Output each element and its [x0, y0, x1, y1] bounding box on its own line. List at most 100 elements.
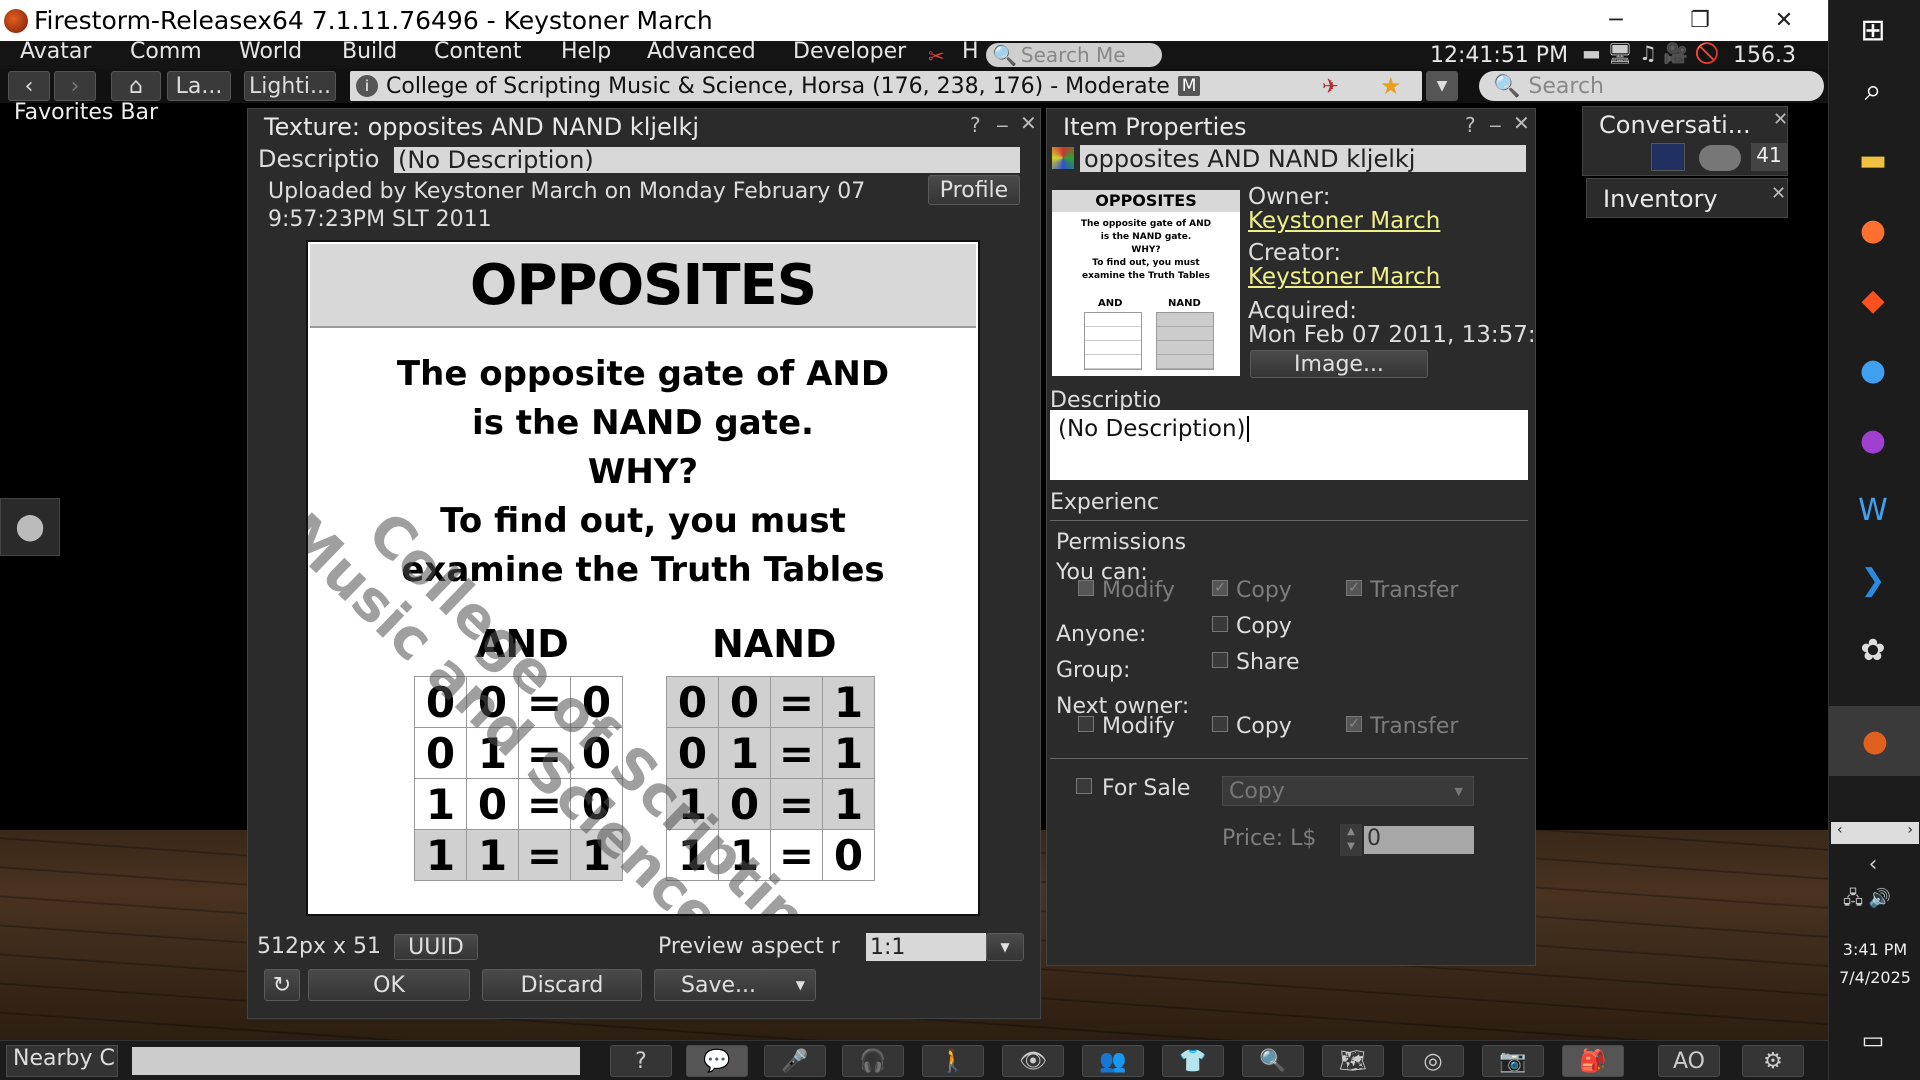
sale-type-select[interactable]: Copy ▼ [1222, 776, 1474, 806]
save-button[interactable]: Save... ▼ [654, 969, 816, 1001]
script-info-icon[interactable]: ✂ [928, 44, 945, 68]
price-spinner[interactable]: ▲ ▼ [1340, 824, 1362, 856]
forward-button[interactable]: › [54, 71, 96, 101]
price-input[interactable]: 0 [1364, 826, 1474, 854]
description-textarea[interactable]: (No Description) [1050, 410, 1528, 480]
tray-scrollbar[interactable]: ‹ › [1831, 822, 1919, 844]
voice-icon[interactable]: 🎤 [764, 1045, 826, 1077]
minimize-panel-button[interactable]: ‒ [1489, 113, 1502, 137]
next-owner-modify-checkbox[interactable] [1078, 716, 1094, 732]
menu-avatar[interactable]: Avatar [20, 39, 91, 64]
texture-dimensions: 512px x 51 [257, 934, 381, 959]
close-panel-button[interactable]: ✕ [1513, 111, 1530, 135]
refresh-button[interactable]: ↻ [264, 969, 300, 1001]
thunderbird-icon[interactable]: ● [1851, 348, 1895, 392]
image-button[interactable]: Image... [1250, 350, 1428, 378]
uuid-button[interactable]: UUID [394, 934, 478, 960]
menu-build[interactable]: Build [342, 39, 397, 64]
headphones-icon[interactable]: 🎧 [842, 1045, 904, 1077]
network-volume-icons[interactable]: 🖧 🔊 [1843, 886, 1891, 916]
radar-icon[interactable]: ◎ [1402, 1045, 1464, 1077]
anyone-copy-checkbox[interactable] [1212, 616, 1228, 632]
view-eye-icon[interactable]: 👁 [1002, 1045, 1064, 1077]
snapshot-icon[interactable]: 📷 [1482, 1045, 1544, 1077]
nearby-chat-button[interactable]: Nearby C [6, 1045, 118, 1077]
next-owner-transfer-label: Transfer [1370, 714, 1459, 739]
appearance-icon[interactable]: 👕 [1162, 1045, 1224, 1077]
firestorm-taskbar-icon[interactable]: ● [1829, 706, 1920, 776]
truth-table-cell: 0 [466, 778, 519, 830]
chat-input[interactable] [132, 1047, 580, 1075]
minimize-panel-button[interactable]: ‒ [996, 113, 1009, 137]
lighting-button[interactable]: Lighti... [244, 71, 336, 101]
favorite-star-icon[interactable]: ★ [1380, 72, 1402, 100]
menu-developer[interactable]: Developer [793, 39, 906, 64]
home-button[interactable]: ⌂ [111, 71, 161, 101]
close-panel-button[interactable]: ✕ [1020, 111, 1037, 135]
help-button[interactable]: ? [970, 113, 981, 137]
item-name-field[interactable]: opposites AND NAND kljelkj [1080, 145, 1526, 173]
walk-icon[interactable]: 🚶 [922, 1045, 984, 1077]
ok-button[interactable]: OK [308, 969, 470, 1001]
landmarks-button[interactable]: La... [167, 71, 231, 101]
menu-world[interactable]: World [239, 39, 302, 64]
location-input[interactable]: i College of Scripting Music & Science, … [350, 71, 1422, 101]
back-button[interactable]: ‹ [8, 71, 50, 101]
restore-button[interactable]: ❐ [1658, 0, 1742, 41]
search-input[interactable]: 🔍 Search [1479, 71, 1824, 101]
settings-icon[interactable]: ⚙ [1742, 1045, 1804, 1077]
group-share-checkbox[interactable] [1212, 652, 1228, 668]
you-can-copy-checkbox[interactable]: ✓ [1212, 580, 1228, 596]
chat-icon[interactable]: 💬 [686, 1045, 748, 1077]
menu-advanced[interactable]: Advanced [647, 39, 756, 64]
help-button[interactable]: ? [1465, 113, 1476, 137]
for-sale-checkbox[interactable] [1076, 778, 1092, 794]
description-text: (No Description) [1058, 416, 1246, 442]
firefox-icon[interactable]: ● [1851, 208, 1895, 252]
close-panel-button[interactable]: ✕ [1771, 183, 1786, 204]
minimize-button[interactable]: ─ [1574, 0, 1658, 41]
owner-link[interactable]: Keystoner March [1248, 208, 1440, 234]
windows-start-icon[interactable]: ⊞ [1851, 8, 1895, 52]
viewer-app-icon[interactable]: ✿ [1851, 628, 1895, 672]
preview-aspect-select[interactable]: 1:1 [866, 933, 986, 961]
notifications-icon[interactable]: ▭ [1851, 1018, 1895, 1062]
you-can-modify-checkbox[interactable] [1078, 580, 1094, 596]
conversation-avatar[interactable] [1651, 143, 1685, 171]
profile-button[interactable]: Profile [928, 175, 1020, 205]
search-menu-input[interactable]: 🔍 Search Me [986, 43, 1162, 67]
tor-icon[interactable]: ● [1851, 418, 1895, 462]
vscode-icon[interactable]: ❯ [1851, 558, 1895, 602]
chat-bubble-icon[interactable] [1699, 145, 1741, 171]
discard-button[interactable]: Discard [482, 969, 642, 1001]
menu-comm[interactable]: Comm [130, 39, 202, 64]
tray-expand-icon[interactable]: ‹ [1851, 842, 1895, 886]
aspect-dropdown-button[interactable]: ▼ [986, 933, 1024, 961]
map-pin-button[interactable]: ⬤ [0, 498, 60, 556]
next-owner-transfer-checkbox[interactable]: ✓ [1346, 716, 1362, 732]
search-icon[interactable]: 🔍 [1242, 1045, 1304, 1077]
map-icon[interactable]: 🗺 [1322, 1045, 1384, 1077]
chevron-down-icon[interactable]: ▼ [796, 978, 805, 992]
description-field[interactable]: (No Description) [394, 146, 1020, 174]
file-explorer-icon[interactable]: ▬ [1851, 138, 1895, 182]
editor-icon[interactable]: W [1851, 488, 1895, 532]
h-indicator[interactable]: H [962, 39, 979, 64]
people-icon[interactable]: 👥 [1082, 1045, 1144, 1077]
thumbnail-nand-label: NAND [1168, 298, 1201, 309]
menu-help[interactable]: Help [561, 39, 611, 64]
search-icon[interactable]: ⌕ [1851, 68, 1895, 112]
brave-icon[interactable]: ◆ [1851, 278, 1895, 322]
close-button[interactable]: ✕ [1742, 0, 1826, 41]
ao-button[interactable]: AO [1658, 1045, 1720, 1077]
help-icon[interactable]: ? [610, 1045, 672, 1077]
creator-link[interactable]: Keystoner March [1248, 264, 1440, 290]
close-panel-button[interactable]: ✕ [1773, 109, 1788, 130]
status-icons[interactable]: ▬ 🖥 ♫ 🎥 🚫 [1582, 41, 1719, 65]
next-owner-copy-checkbox[interactable] [1212, 716, 1228, 732]
location-dropdown-button[interactable]: ▼ [1426, 71, 1458, 101]
menu-content[interactable]: Content [434, 39, 522, 64]
you-can-transfer-checkbox[interactable]: ✓ [1346, 580, 1362, 596]
inventory-icon[interactable]: 🎒 [1562, 1045, 1624, 1077]
info-icon[interactable]: i [356, 75, 378, 97]
